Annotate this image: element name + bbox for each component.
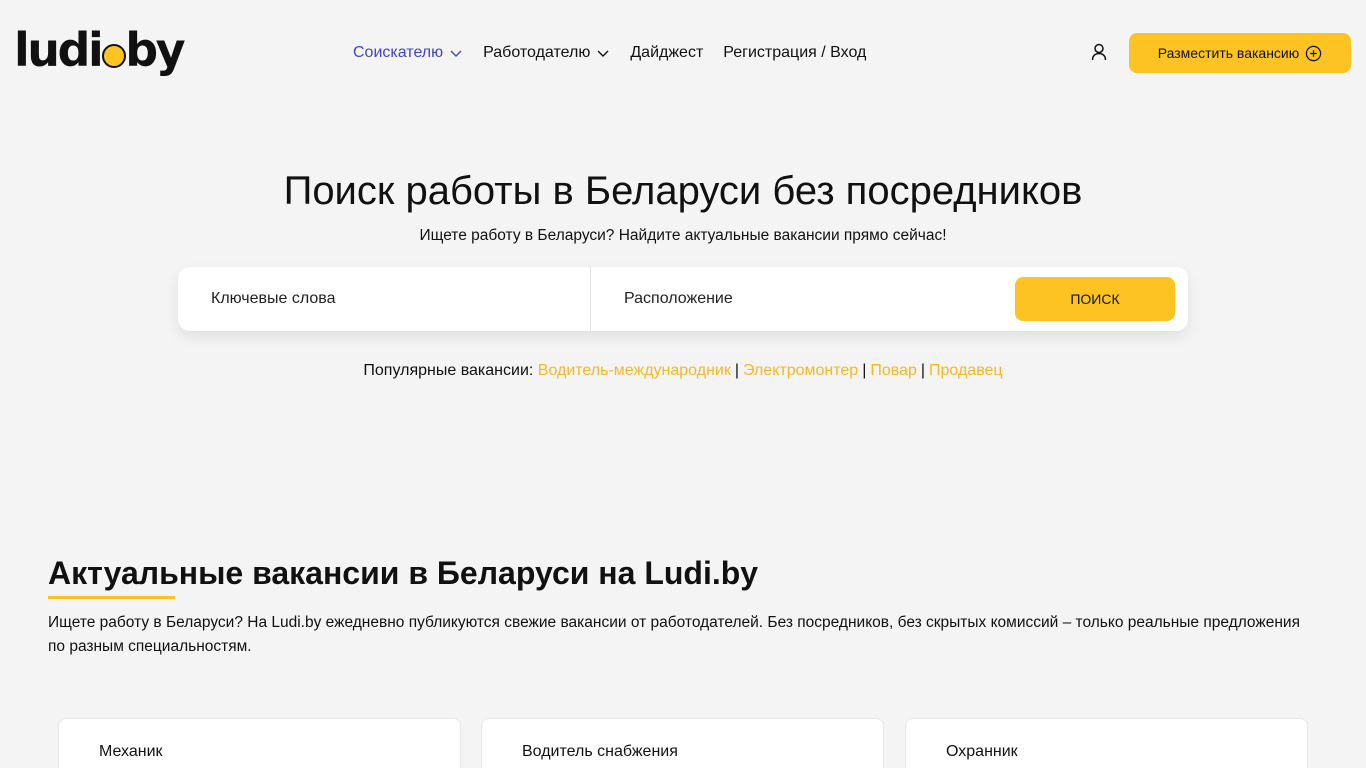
keywords-input[interactable]	[211, 267, 591, 331]
popular-label: Популярные вакансии:	[363, 362, 534, 379]
logo-mascot-icon	[102, 44, 127, 68]
nav-label: Регистрация / Вход	[723, 44, 867, 61]
nav-item-employers[interactable]: Работодателю	[483, 42, 610, 64]
nav-item-digest[interactable]: Дайджест	[630, 42, 703, 64]
logo-text-left: ludi	[14, 23, 104, 77]
chevron-down-icon	[450, 50, 462, 57]
main-nav: Соискателю Работодателю Дайджест Регистр…	[353, 42, 866, 64]
separator: |	[920, 362, 926, 379]
post-vacancy-button[interactable]: Разместить вакансию	[1129, 33, 1351, 73]
popular-vacancies: Популярные вакансии: Водитель-международ…	[0, 360, 1366, 382]
logo-text-right: by	[125, 23, 185, 77]
hero-title: Поиск работы в Беларуси без посредников	[283, 169, 1083, 213]
nav-label: Дайджест	[630, 44, 704, 61]
post-vacancy-label: Разместить вакансию	[1157, 45, 1300, 61]
vacancy-card-title: Охранник	[946, 743, 1018, 760]
separator: |	[862, 362, 867, 379]
chevron-down-icon	[597, 50, 609, 57]
separator: |	[734, 362, 739, 379]
site-header: ludi by Соискателю Работодателю Дайджест …	[0, 0, 1366, 106]
site-logo[interactable]: ludi by	[14, 22, 186, 78]
title-underline	[48, 596, 175, 599]
vacancy-card-title: Механик	[99, 743, 163, 760]
section-description: Ищете работу в Беларуси? На Ludi.by ежед…	[48, 614, 1300, 655]
search-form: ПОИСК	[178, 267, 1188, 331]
vacancy-card-title: Водитель снабжения	[522, 743, 678, 760]
location-input[interactable]	[624, 267, 1004, 331]
nav-label: Работодателю	[483, 44, 591, 61]
popular-link-international-driver[interactable]: Водитель-международник	[538, 362, 731, 379]
vacancy-card[interactable]: Механик	[58, 718, 461, 768]
plus-circle-icon	[1306, 45, 1322, 61]
nav-label: Соискателю	[353, 44, 444, 61]
search-divider	[590, 267, 591, 331]
user-icon[interactable]	[1089, 42, 1109, 62]
section-title: Актуальные вакансии в Беларуси на Ludi.b…	[48, 555, 759, 591]
popular-link-electrician[interactable]: Электромонтер	[743, 362, 858, 379]
vacancy-card[interactable]: Охранник	[905, 718, 1308, 768]
nav-item-register-login[interactable]: Регистрация / Вход	[723, 42, 866, 64]
search-button[interactable]: ПОИСК	[1015, 277, 1175, 321]
popular-link-cook[interactable]: Повар	[870, 362, 917, 379]
nav-item-job-seekers[interactable]: Соискателю	[353, 42, 463, 64]
vacancy-card[interactable]: Водитель снабжения	[481, 718, 884, 768]
popular-link-seller[interactable]: Продавец	[929, 362, 1003, 379]
hero-subtitle: Ищете работу в Беларуси? Найдите актуаль…	[419, 227, 947, 244]
